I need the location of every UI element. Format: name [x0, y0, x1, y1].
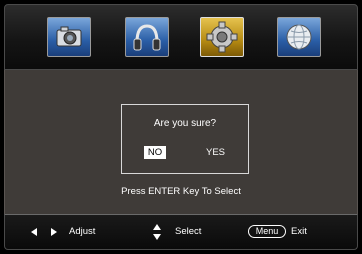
tab-setup[interactable]	[200, 17, 244, 57]
confirm-dialog: Are you sure? NO YES	[121, 104, 249, 174]
menu-tab-bar	[4, 4, 358, 70]
exit-label: Exit	[291, 226, 307, 237]
osd-menu: Are you sure? NO YES Press ENTER Key To …	[0, 0, 362, 254]
content-panel: Are you sure? NO YES Press ENTER Key To …	[4, 70, 358, 214]
adjust-label: Adjust	[69, 226, 96, 237]
headphones-icon	[133, 24, 161, 51]
dialog-question: Are you sure?	[153, 118, 217, 129]
yes-button[interactable]: YES	[206, 146, 225, 159]
gear-icon	[206, 21, 238, 53]
left-right-arrows-icon	[31, 228, 57, 236]
footer-bar: Adjust Select Menu Exit	[4, 214, 358, 250]
globe-icon	[286, 24, 312, 50]
tab-picture[interactable]	[47, 17, 91, 57]
select-label: Select	[175, 226, 202, 237]
tab-audio[interactable]	[125, 17, 169, 57]
no-button[interactable]: NO	[144, 146, 166, 159]
instruction-text: Press ENTER Key To Select	[121, 186, 241, 197]
menu-key-badge: Menu	[248, 225, 286, 238]
up-down-arrows-icon	[153, 224, 161, 240]
camera-icon	[56, 26, 82, 47]
tab-network[interactable]	[277, 17, 321, 57]
